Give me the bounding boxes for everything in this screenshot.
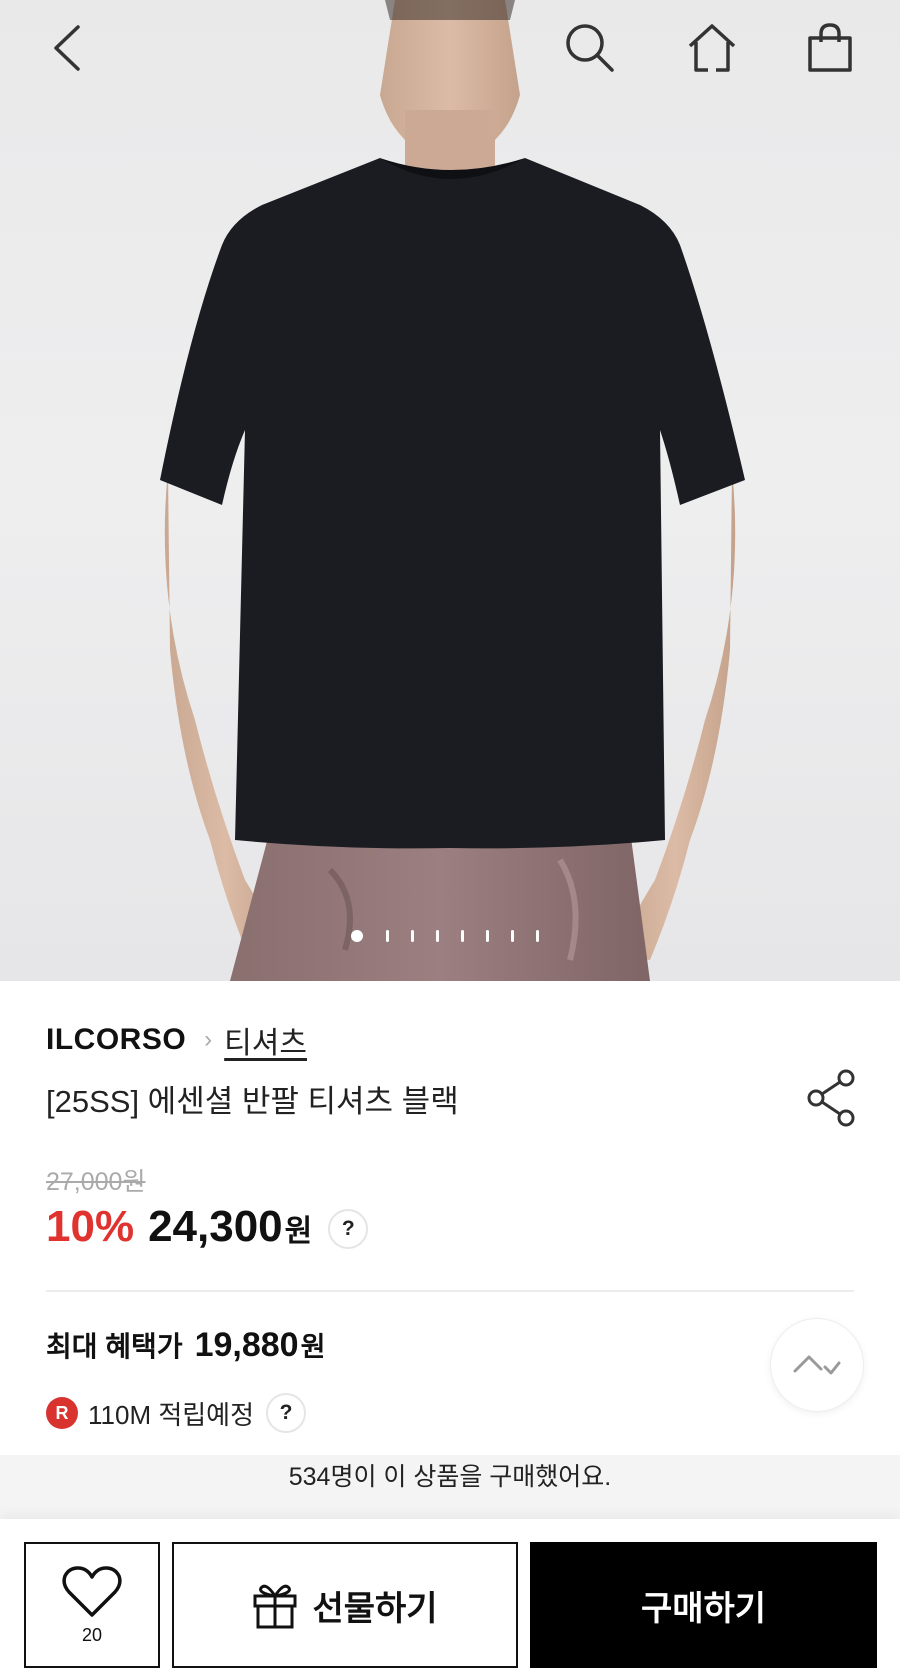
carousel-dot[interactable] — [460, 930, 464, 942]
breadcrumb: ILCORSO › 티셔츠 — [46, 1018, 307, 1062]
carousel-dot[interactable] — [510, 930, 514, 942]
like-button[interactable]: 20 — [24, 1542, 160, 1668]
gift-icon — [253, 1584, 297, 1629]
cart-icon[interactable] — [800, 18, 860, 78]
like-count: 20 — [81, 1624, 103, 1645]
reward-badge-icon: R — [46, 1397, 78, 1429]
discount-rate: 10% — [46, 1202, 135, 1251]
reward-points: R 110M 적립예정 ? — [46, 1393, 307, 1433]
carousel-dot[interactable] — [410, 930, 414, 942]
price-unit: 원 — [284, 1215, 313, 1248]
brand-link[interactable]: ILCORSO — [46, 1023, 186, 1057]
price-help-button[interactable]: ? — [328, 1209, 369, 1249]
points-text: 110M 적립예정 — [88, 1399, 255, 1430]
bottom-action-bar: 20 선물하기 구매하기 — [0, 1519, 900, 1674]
price-row: 10% 24,300 원 ? — [46, 1202, 369, 1255]
gift-button[interactable]: 선물하기 — [172, 1542, 518, 1668]
points-help-button[interactable]: ? — [266, 1393, 307, 1433]
product-image[interactable] — [0, 0, 900, 981]
carousel-dot[interactable] — [535, 930, 539, 942]
product-title: [25SS] 에센셜 반팔 티셔츠 블랙 — [46, 1084, 459, 1119]
buyers-banner: 534명이 이 상품을 구매했어요. — [0, 1455, 900, 1519]
chevron-right-icon: › — [204, 1026, 213, 1053]
benefit-price: 19,880 — [194, 1326, 299, 1364]
buyers-count-text: 534명이 이 상품을 구매했어요. — [288, 1463, 612, 1491]
share-icon[interactable] — [802, 1068, 862, 1128]
scroll-top-button[interactable] — [770, 1318, 864, 1412]
carousel-dot-active[interactable] — [350, 930, 363, 942]
buy-button[interactable]: 구매하기 — [530, 1542, 877, 1668]
carousel-dot[interactable] — [385, 930, 389, 942]
search-icon[interactable] — [560, 18, 620, 78]
max-benefit-price: 최대 혜택가 19,880 원 — [46, 1325, 325, 1365]
carousel-dot[interactable] — [485, 930, 489, 942]
heart-icon — [62, 1565, 122, 1617]
top-navigation — [0, 0, 900, 100]
benefit-label: 최대 혜택가 — [46, 1331, 183, 1362]
benefit-unit: 원 — [300, 1332, 326, 1362]
carousel-indicator — [0, 930, 900, 942]
carousel-dot[interactable] — [435, 930, 439, 942]
gift-label: 선물하기 — [312, 1589, 438, 1628]
divider — [46, 1290, 854, 1292]
sale-price: 24,300 — [148, 1202, 283, 1251]
category-link[interactable]: 티셔츠 — [224, 1018, 307, 1062]
model-photo — [160, 0, 745, 981]
home-icon[interactable] — [682, 18, 742, 78]
scroll-top-icon — [793, 1355, 841, 1375]
original-price: 27,000원 — [46, 1168, 146, 1196]
buy-label: 구매하기 — [640, 1589, 767, 1628]
back-icon[interactable] — [38, 18, 98, 78]
